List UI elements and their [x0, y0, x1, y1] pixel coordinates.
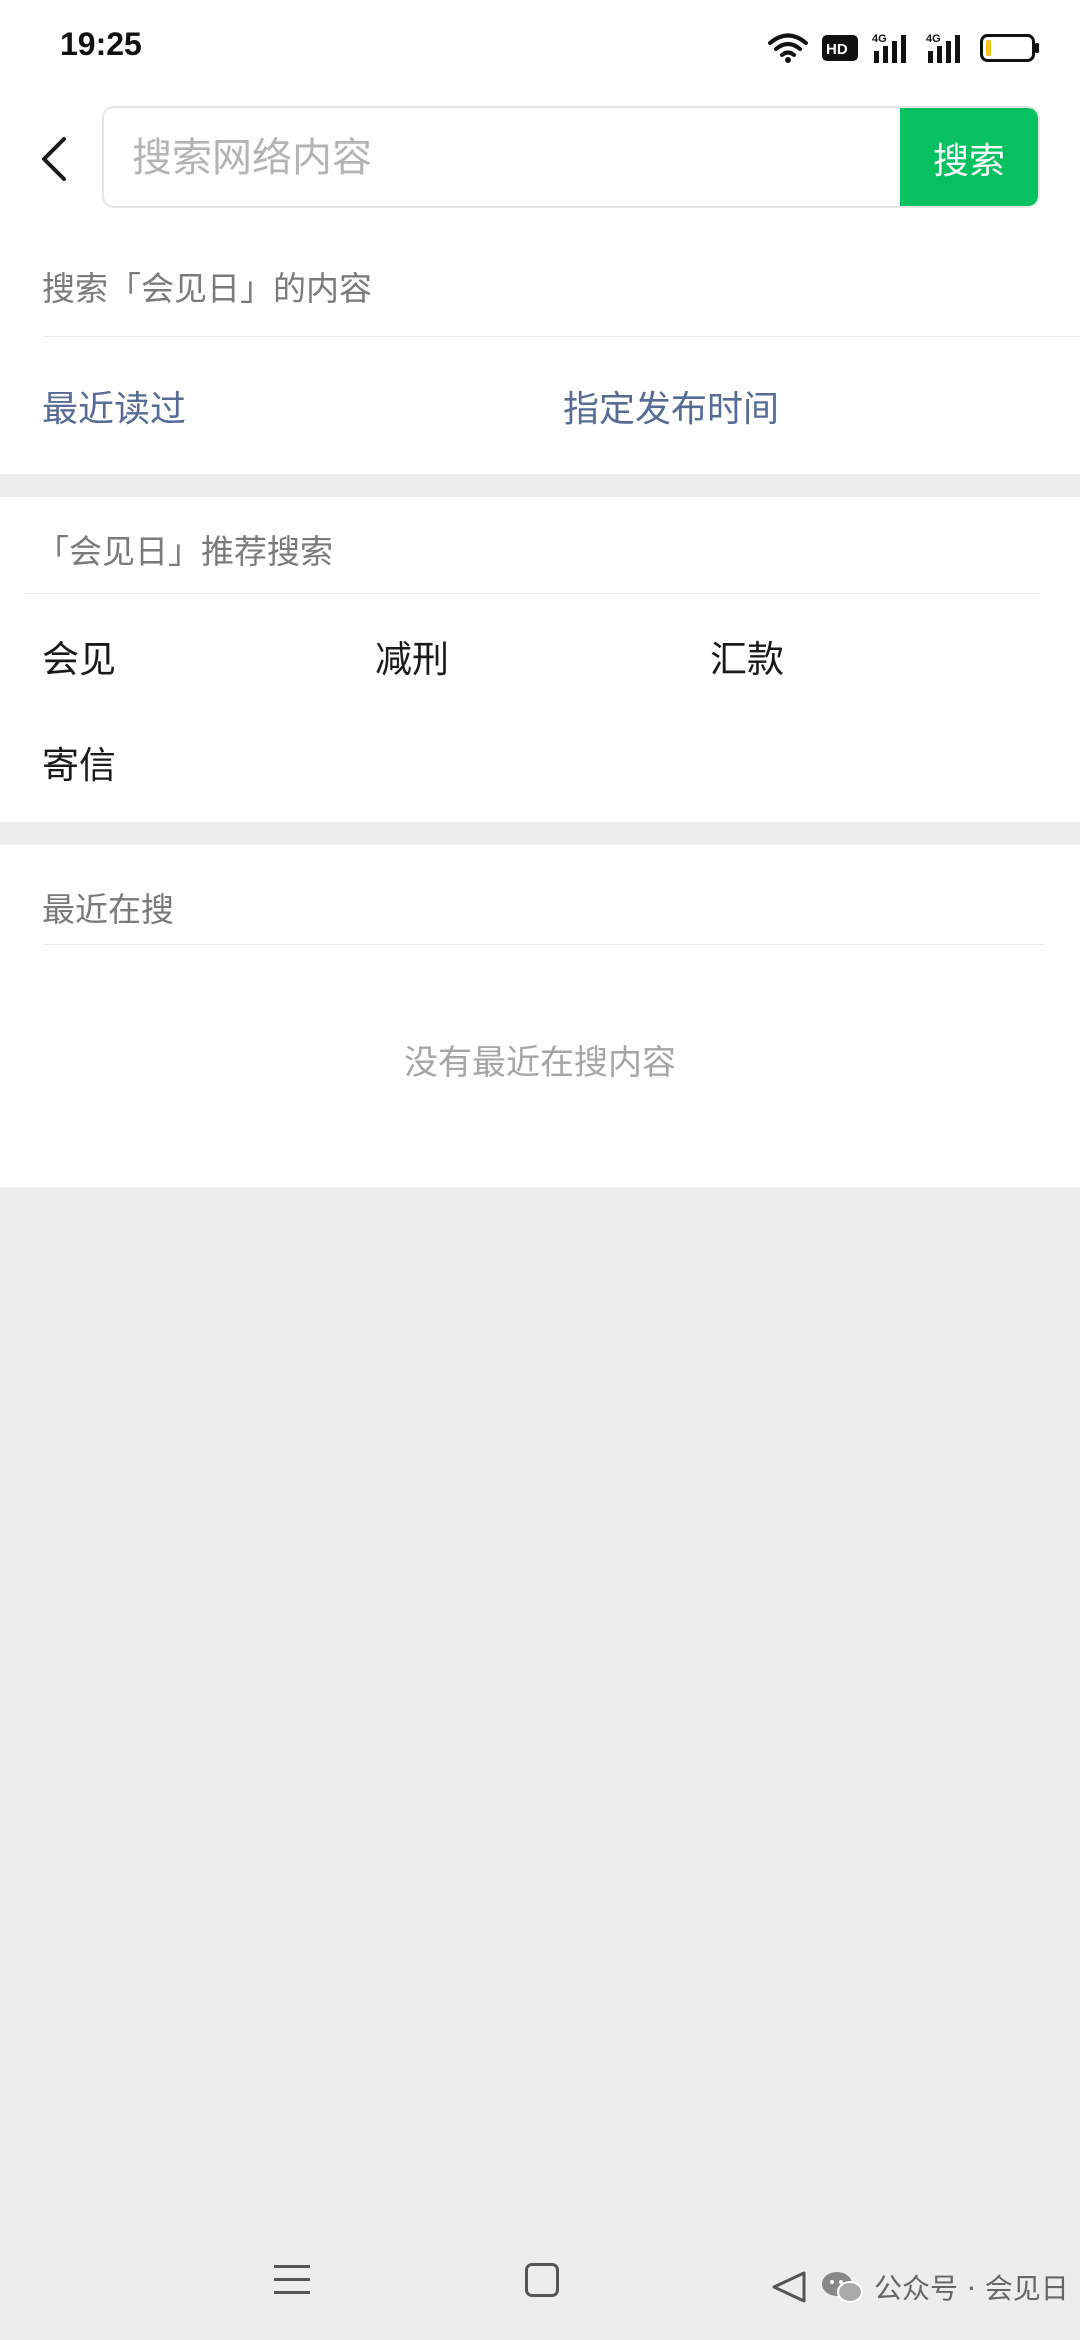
search-input[interactable] — [132, 108, 892, 206]
status-bar: 19:25 HD 4G 4G — [0, 0, 1080, 100]
hd-voice-icon: HD — [822, 35, 858, 61]
signal-4g-icon: 4G — [926, 33, 960, 63]
recommended-title: 「会见日」推荐搜索 — [36, 532, 333, 571]
recent-section: 最近在搜 没有最近在搜内容 — [0, 845, 1080, 1187]
wechat-icon — [822, 2272, 863, 2303]
search-header: 搜索 — [0, 100, 1080, 230]
menu-icon[interactable] — [272, 2262, 312, 2298]
divider — [42, 944, 1046, 945]
back-icon[interactable] — [770, 2267, 810, 2307]
filter-recently-read[interactable]: 最近读过 — [42, 380, 186, 432]
divider — [42, 336, 1080, 337]
watermark-text: 公众号 · 会见日 — [874, 2272, 1069, 2305]
search-scope-section: 搜索「会见日」的内容 最近读过 指定发布时间 — [0, 230, 1080, 474]
status-time: 19:25 — [60, 26, 142, 62]
network-label: 4G — [872, 33, 887, 45]
keyword-item[interactable]: 会见 — [42, 629, 116, 683]
chevron-left-icon — [42, 137, 66, 181]
battery-low-icon — [980, 34, 1039, 62]
recent-title: 最近在搜 — [42, 890, 174, 929]
status-icons: HD 4G 4G — [768, 28, 1040, 68]
search-button[interactable]: 搜索 — [900, 108, 1038, 206]
watermark: 公众号 · 会见日 — [770, 2262, 1069, 2312]
divider — [24, 593, 1040, 594]
search-box: 搜索 — [102, 106, 1040, 208]
back-button[interactable] — [24, 124, 84, 194]
signal-4g-icon: 4G — [872, 33, 906, 63]
recent-empty-text: 没有最近在搜内容 — [404, 1043, 676, 1083]
home-icon[interactable] — [525, 2263, 559, 2297]
filter-publish-time[interactable]: 指定发布时间 — [563, 380, 779, 432]
network-label: 4G — [926, 33, 941, 45]
keyword-item[interactable]: 寄信 — [42, 735, 116, 789]
search-screen: 19:25 HD 4G 4G 搜索网络内容 搜索 搜索「会见日」的内容 最近读过… — [0, 0, 1080, 2340]
wifi-icon — [768, 33, 808, 63]
recommended-section: 「会见日」推荐搜索 会见 减刑 汇款 寄信 — [0, 497, 1080, 822]
keyword-item[interactable]: 汇款 — [710, 629, 784, 683]
keyword-item[interactable]: 减刑 — [375, 629, 449, 683]
hd-label: HD — [826, 41, 848, 58]
search-scope-title: 搜索「会见日」的内容 — [42, 269, 372, 308]
